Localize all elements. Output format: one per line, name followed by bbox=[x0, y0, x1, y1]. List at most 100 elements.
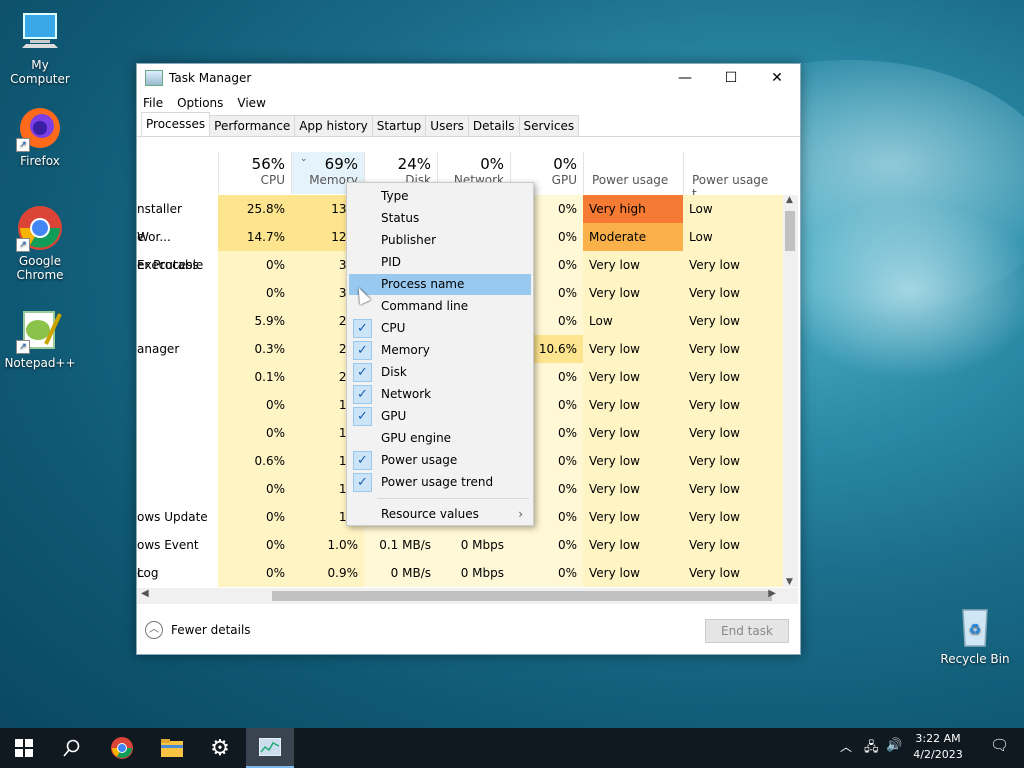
context-menu-item[interactable]: ✓ GPU bbox=[349, 406, 531, 427]
context-menu-item[interactable]: Process name bbox=[349, 274, 531, 295]
tab-services[interactable]: Services bbox=[518, 115, 580, 136]
cell-cpu: 0% bbox=[218, 559, 291, 587]
desktop-icon-my-computer[interactable]: My Computer bbox=[0, 8, 80, 86]
maximize-button[interactable]: ☐ bbox=[708, 64, 754, 92]
cell-cpu: 0% bbox=[218, 419, 291, 447]
context-menu-item[interactable]: Type bbox=[349, 186, 531, 207]
menu-file[interactable]: File bbox=[143, 96, 163, 110]
table-row[interactable]: c 0% 0.9% 0 MB/s 0 Mbps 0% Very low Very low bbox=[137, 559, 798, 587]
context-menu-item-label: GPU engine bbox=[381, 431, 452, 445]
desktop-icon-recycle-bin[interactable]: ♻ Recycle Bin bbox=[935, 602, 1015, 666]
cell-disk: 0 MB/s bbox=[364, 559, 437, 587]
clock[interactable]: 3:22 AM 4/2/2023 bbox=[912, 731, 964, 763]
cell-name bbox=[137, 475, 218, 503]
chrome-icon: ↗ bbox=[16, 204, 64, 252]
windows-icon bbox=[15, 739, 33, 757]
cell-cpu: 25.8% bbox=[218, 195, 291, 223]
start-button[interactable] bbox=[0, 728, 48, 768]
cell-trend: Very low bbox=[683, 503, 783, 531]
table-row[interactable]: ows Event Log 0% 1.0% 0.1 MB/s 0 Mbps 0% Very … bbox=[137, 531, 798, 580]
cell-power: Very low bbox=[583, 363, 683, 391]
header-cpu[interactable]: 56% CPU bbox=[218, 152, 291, 194]
header-power-usage[interactable]: Power usage bbox=[583, 152, 683, 194]
chevron-right-icon: › bbox=[518, 507, 523, 521]
cell-power: Moderate bbox=[583, 223, 683, 251]
cell-name: e Executable bbox=[137, 230, 204, 272]
cell-net: 0 Mbps bbox=[437, 559, 510, 587]
tab-app-history[interactable]: App history bbox=[294, 115, 373, 136]
header-power-usage-trend[interactable]: Power usage t... bbox=[683, 152, 783, 201]
cell-cpu: 0% bbox=[218, 391, 291, 419]
cell-cpu: 0.1% bbox=[218, 363, 291, 391]
context-menu-item[interactable]: ✓ Memory bbox=[349, 340, 531, 361]
desktop-icon-chrome[interactable]: ↗ Google Chrome bbox=[0, 204, 80, 282]
fewer-details-button[interactable]: ︿ Fewer details bbox=[145, 621, 251, 639]
fewer-details-label: Fewer details bbox=[171, 623, 251, 637]
cell-power: Very high bbox=[583, 195, 683, 223]
horizontal-scrollbar[interactable]: ◀ ▶ bbox=[137, 588, 798, 604]
context-menu-item[interactable]: Command line bbox=[349, 296, 531, 317]
cell-name bbox=[137, 391, 218, 419]
scroll-left-icon[interactable]: ◀ bbox=[141, 588, 149, 599]
taskbar-file-explorer[interactable] bbox=[148, 728, 196, 768]
context-menu-item[interactable]: Publisher bbox=[349, 230, 531, 251]
scroll-right-icon[interactable]: ▶ bbox=[768, 588, 776, 599]
context-menu-item-label: Type bbox=[381, 189, 409, 203]
network-icon[interactable]: 🖧 bbox=[864, 738, 879, 760]
desktop-icon-label: My Computer bbox=[10, 58, 70, 86]
desktop-icon-firefox[interactable]: ↗ Firefox bbox=[0, 104, 80, 168]
cell-power: Very low bbox=[583, 335, 683, 363]
scrollbar-thumb[interactable] bbox=[272, 591, 772, 601]
taskbar-settings[interactable]: ⚙ bbox=[196, 728, 244, 768]
cell-cpu: 0% bbox=[218, 503, 291, 531]
taskbar-chrome[interactable] bbox=[98, 728, 146, 768]
tab-users[interactable]: Users bbox=[425, 115, 469, 136]
close-button[interactable]: ✕ bbox=[754, 64, 800, 92]
cell-trend: Very low bbox=[683, 559, 783, 587]
cell-name: ows Update bbox=[137, 510, 208, 524]
cell-power: Very low bbox=[583, 391, 683, 419]
tab-startup[interactable]: Startup bbox=[371, 115, 427, 136]
tab-performance[interactable]: Performance bbox=[209, 115, 296, 136]
chevron-up-icon[interactable]: ︿ bbox=[840, 738, 852, 755]
context-menu-item[interactable]: ✓ CPU bbox=[349, 318, 531, 339]
context-menu-item-label: CPU bbox=[381, 321, 406, 335]
tab-processes[interactable]: Processes bbox=[141, 112, 211, 136]
context-menu-item-label: Resource values bbox=[381, 507, 479, 521]
end-task-button[interactable]: End task bbox=[705, 619, 789, 643]
cell-trend: Very low bbox=[683, 391, 783, 419]
cell-power: Very low bbox=[583, 503, 683, 531]
minimize-button[interactable]: — bbox=[662, 64, 708, 92]
context-menu-item-resource-values[interactable]: Resource values › bbox=[349, 504, 531, 525]
cell-trend: Very low bbox=[683, 335, 783, 363]
volume-icon[interactable]: 🔊 bbox=[886, 738, 902, 753]
notifications-icon[interactable]: 🗨 bbox=[990, 736, 1009, 754]
context-menu-item[interactable]: ✓ Power usage bbox=[349, 450, 531, 471]
menu-separator bbox=[377, 498, 529, 499]
context-menu-item[interactable]: GPU engine bbox=[349, 428, 531, 449]
taskbar-task-manager[interactable] bbox=[246, 728, 294, 768]
cell-net: 0 Mbps bbox=[437, 531, 510, 559]
cell-name bbox=[137, 279, 218, 307]
cell-power: Low bbox=[583, 307, 683, 335]
context-menu-item-label: Command line bbox=[381, 299, 469, 313]
cell-disk: 0.1 MB/s bbox=[364, 531, 437, 559]
cell-cpu: 0% bbox=[218, 531, 291, 559]
checkmark-icon: ✓ bbox=[353, 407, 372, 426]
context-menu-item[interactable]: ✓ Disk bbox=[349, 362, 531, 383]
context-menu-item[interactable]: ✓ Network bbox=[349, 384, 531, 405]
menu-view[interactable]: View bbox=[237, 96, 265, 110]
cell-gpu: 0% bbox=[510, 559, 583, 587]
checkmark-icon: ✓ bbox=[353, 385, 372, 404]
context-menu-item[interactable]: PID bbox=[349, 252, 531, 273]
desktop-icon-notepad-plus-plus[interactable]: ↗ Notepad++ bbox=[0, 306, 80, 370]
title-bar[interactable]: Task Manager — ☐ ✕ bbox=[137, 64, 800, 92]
cell-name: nstaller Wor... bbox=[137, 202, 182, 244]
tab-details[interactable]: Details bbox=[467, 115, 520, 136]
menu-options[interactable]: Options bbox=[177, 96, 223, 110]
context-menu-item[interactable]: Status bbox=[349, 208, 531, 229]
desktop-icon-label: Firefox bbox=[20, 154, 60, 168]
context-menu-item[interactable]: ✓ Power usage trend bbox=[349, 472, 531, 493]
recycle-bin-icon: ♻ bbox=[951, 602, 999, 650]
search-button[interactable] bbox=[48, 728, 96, 768]
